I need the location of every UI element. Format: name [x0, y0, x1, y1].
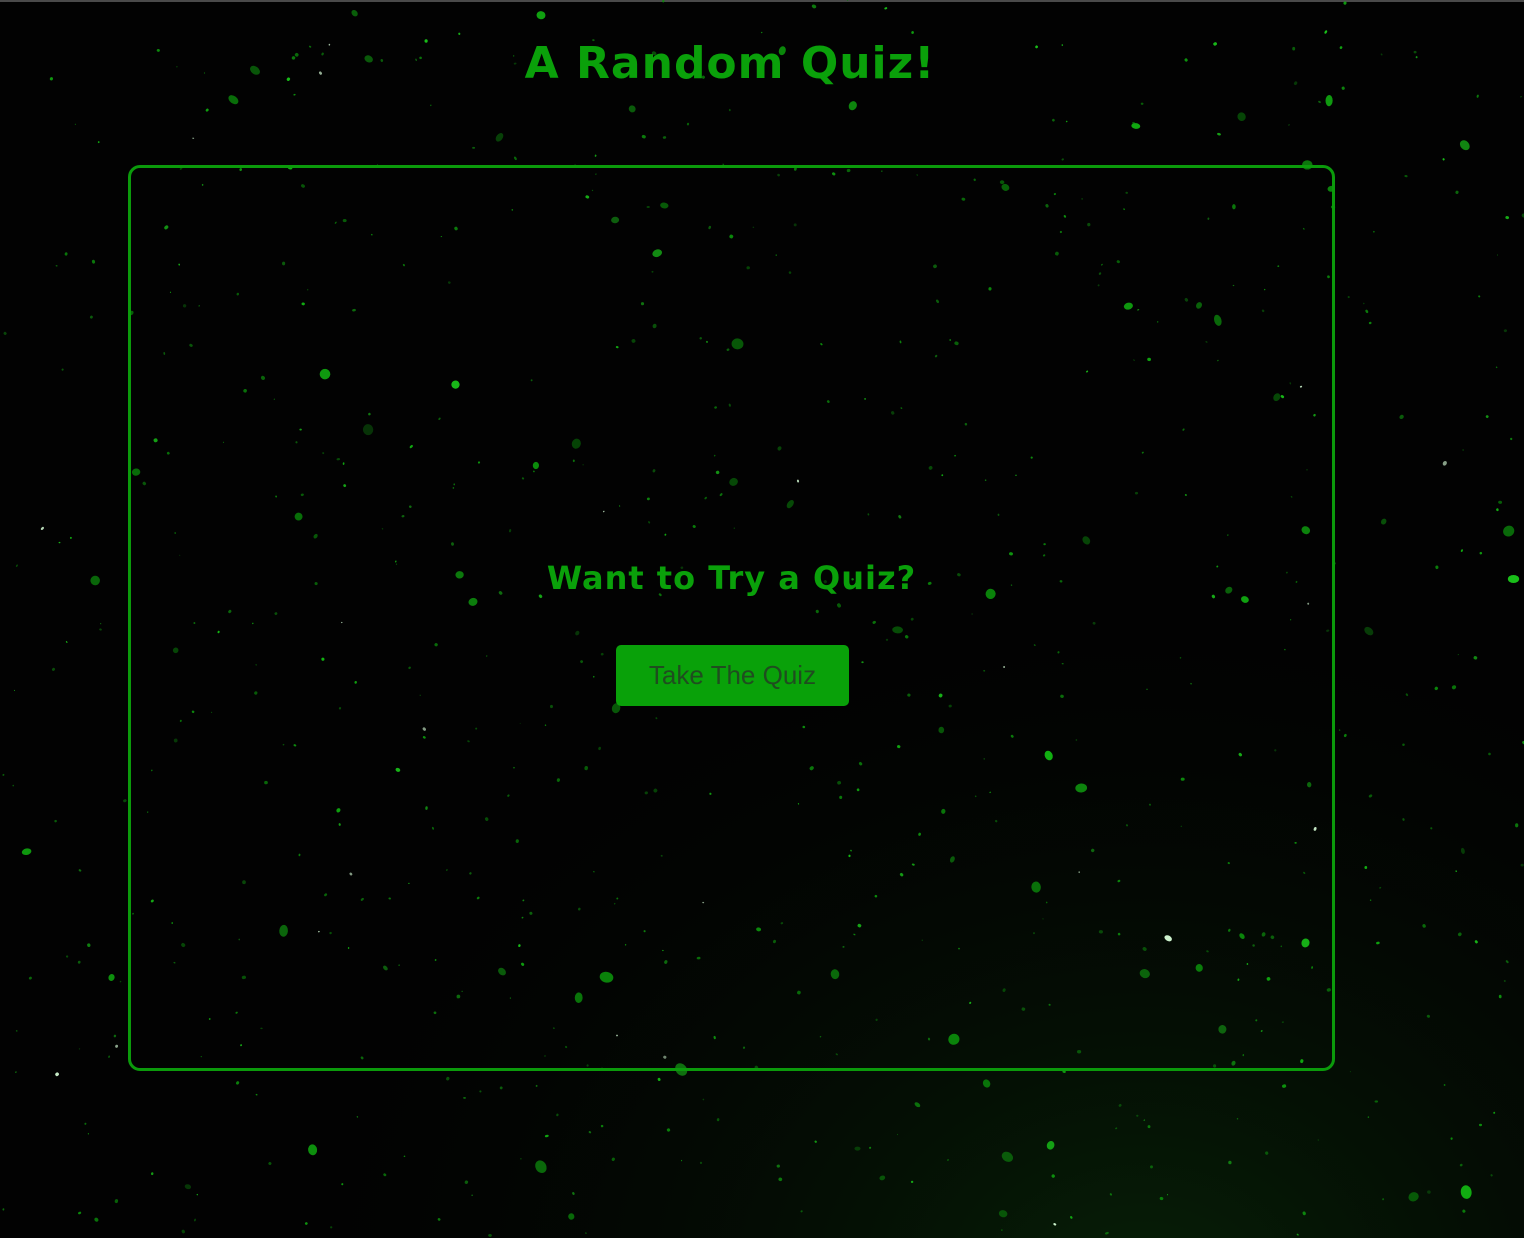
star-dot	[1136, 1114, 1139, 1117]
page-title: A Random Quiz!	[524, 38, 936, 89]
star-dot	[1373, 230, 1375, 233]
star-dot	[1478, 1123, 1483, 1127]
quiz-prompt-heading: Want to Try a Quiz?	[546, 559, 917, 597]
star-dot	[854, 1146, 861, 1151]
star-dot	[78, 1048, 81, 1050]
quiz-card: Want to Try a Quiz? Take The Quiz	[128, 165, 1335, 1071]
take-quiz-button[interactable]: Take The Quiz	[616, 645, 849, 706]
star-dot	[1507, 575, 1520, 583]
